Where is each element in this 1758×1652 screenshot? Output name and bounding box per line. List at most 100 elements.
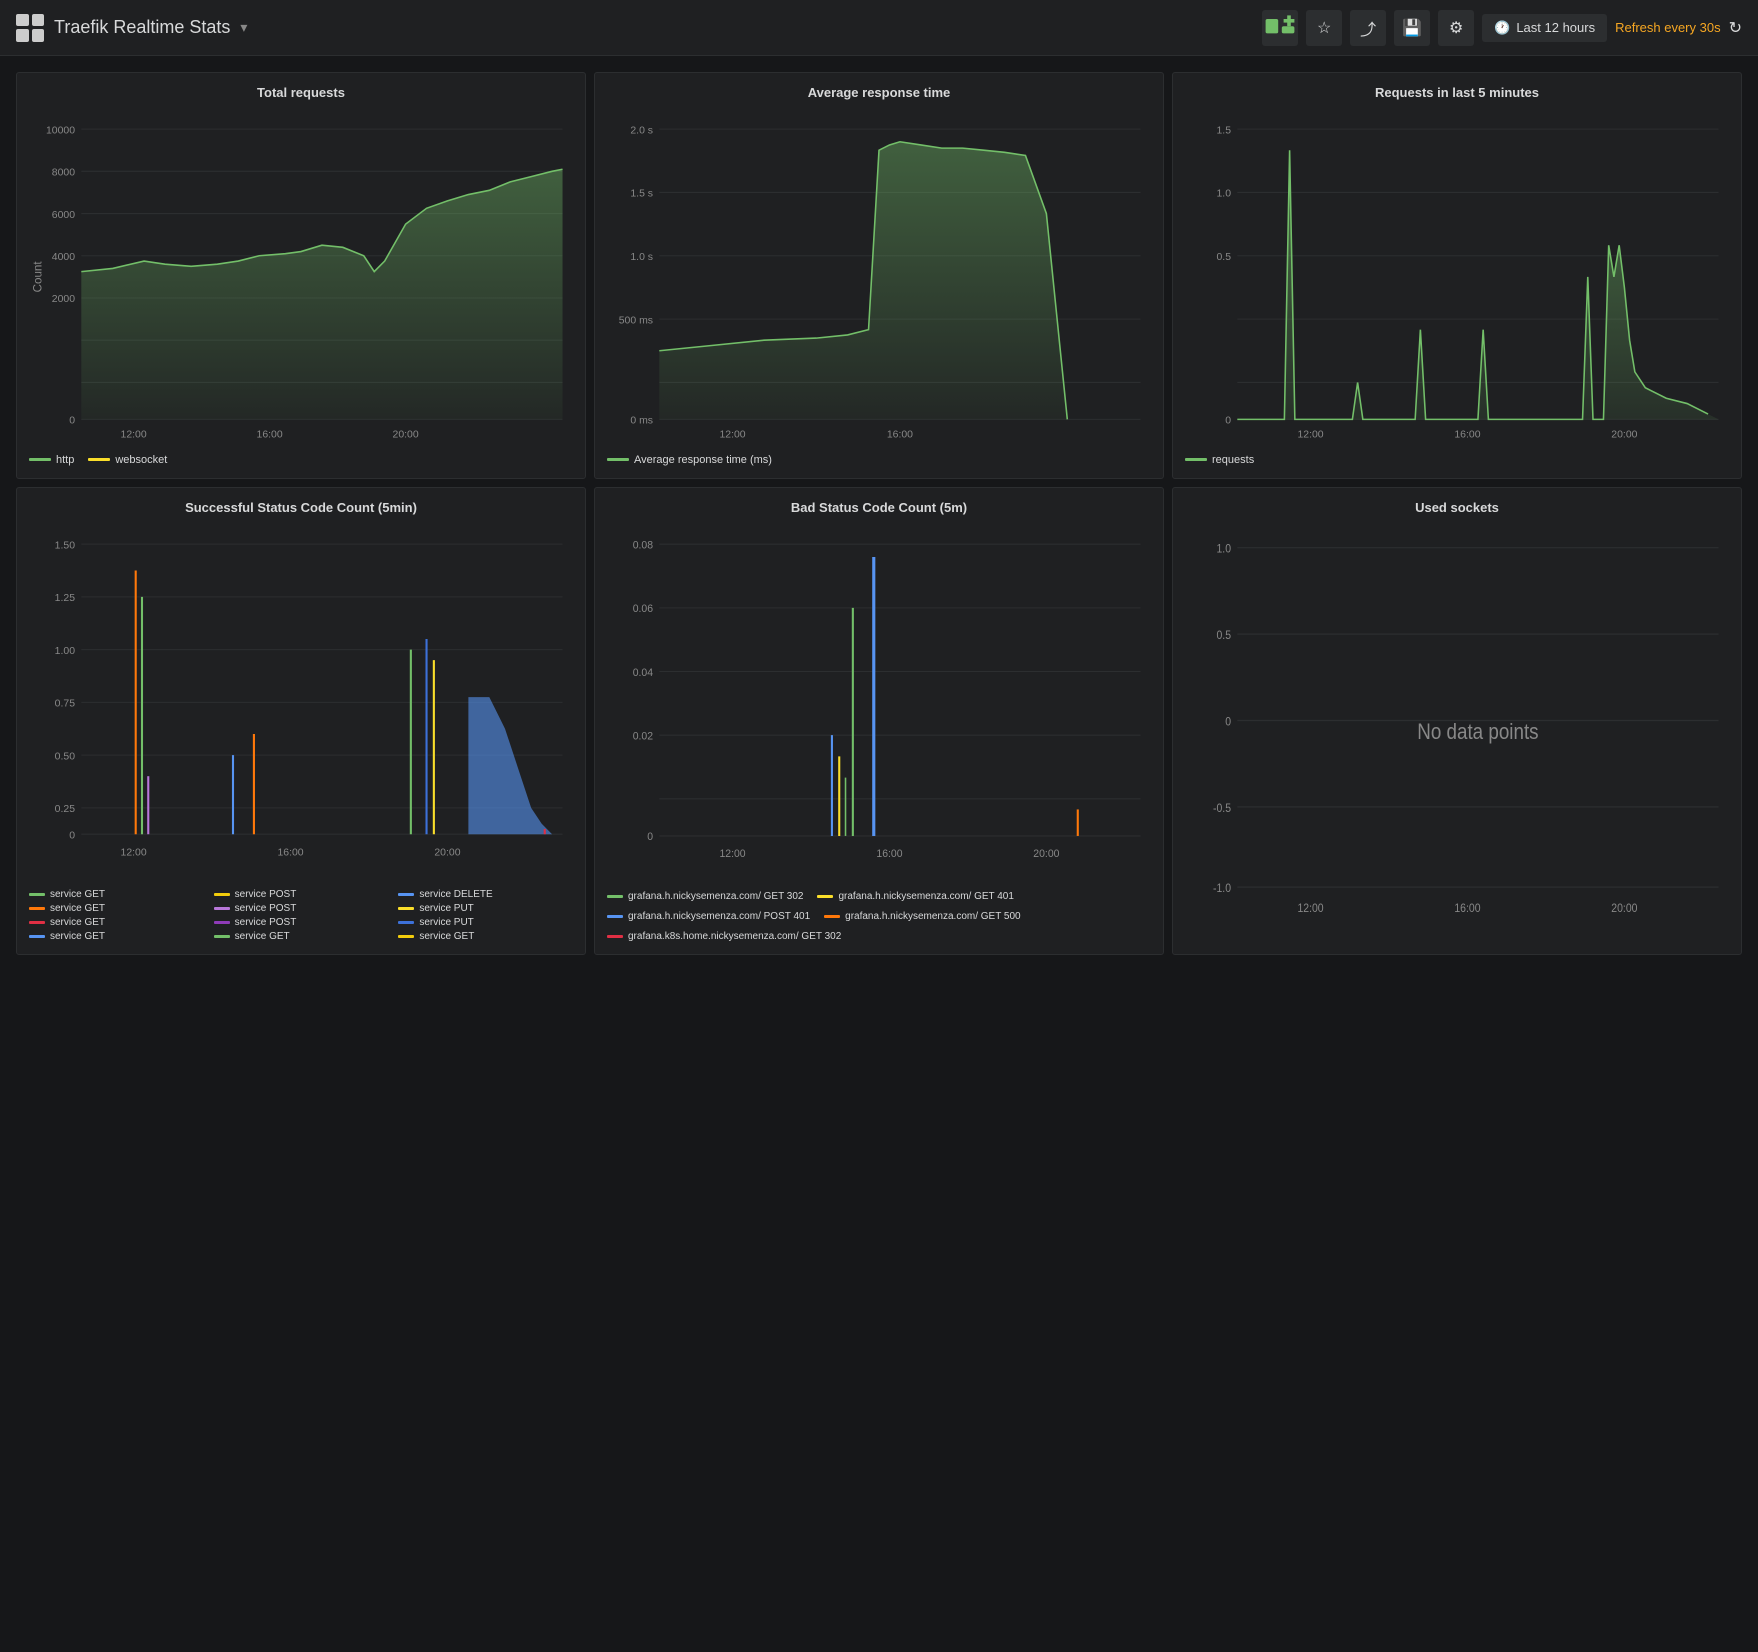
svg-text:0.02: 0.02 [633,730,653,742]
svg-text:2000: 2000 [52,293,75,305]
legend-item-svc-get-5: service GET [214,931,389,942]
star-button[interactable]: ☆ [1306,10,1342,46]
svg-text:0: 0 [69,829,75,841]
main-content: Total requests 10000 8000 6000 40 [0,56,1758,971]
svg-text:20:00: 20:00 [434,846,460,858]
svg-text:1.25: 1.25 [55,592,76,604]
chart-avg-response-time: 2.0 s 1.5 s 1.0 s 500 ms 0 ms 12:00 16:0… [607,108,1151,446]
svg-text:0 ms: 0 ms [630,415,653,427]
legend-successful-status: service GET service POST service DELETE … [29,889,573,942]
svg-text:16:00: 16:00 [257,428,283,440]
svg-text:0.5: 0.5 [1216,629,1231,642]
panel-used-sockets: Used sockets 1.0 0.5 0 -0.5 -1.0 12:00 1… [1172,487,1742,956]
legend-item-svc-put-1: service PUT [398,903,573,914]
svg-text:0.25: 0.25 [55,803,76,815]
svg-text:0: 0 [69,415,75,427]
svg-text:12:00: 12:00 [719,428,745,440]
svg-text:1.0: 1.0 [1216,188,1231,200]
panel-successful-status: Successful Status Code Count (5min) 1.50… [16,487,586,956]
chart-svg-avg-response: 2.0 s 1.5 s 1.0 s 500 ms 0 ms 12:00 16:0… [607,108,1151,446]
panel-title-requests-5min: Requests in last 5 minutes [1185,85,1729,100]
topbar-icons: ☆ ⤴ 💾 ⚙ 🕐 Last 12 hours Refresh every 30… [1262,10,1742,46]
legend-avg-response: Average response time (ms) [607,454,1151,466]
requests5m-area [1237,150,1718,419]
svg-text:16:00: 16:00 [876,848,902,860]
share-icon: ⤴ [1360,16,1376,40]
svg-text:0.75: 0.75 [55,697,76,709]
chart-used-sockets: 1.0 0.5 0 -0.5 -1.0 12:00 16:00 20:00 No… [1185,523,1729,943]
clock-icon: 🕐 [1494,20,1510,36]
legend-item-svc-post-1: service POST [214,889,389,900]
svg-text:2.0 s: 2.0 s [630,124,653,136]
chart-svg-successful: 1.50 1.25 1.00 0.75 0.50 0.25 0 12:00 16… [29,523,573,882]
legend-label-websocket: websocket [115,454,167,466]
svg-text:1.5 s: 1.5 s [630,188,653,200]
svg-text:0: 0 [647,831,653,843]
share-button[interactable]: ⤴ [1350,10,1386,46]
legend-item-http: http [29,454,74,466]
panel-total-requests: Total requests 10000 8000 6000 40 [16,72,586,479]
svg-text:0.08: 0.08 [633,539,653,551]
logo-cell-3 [16,29,29,42]
panel-title-total-requests: Total requests [29,85,573,100]
legend-label-http: http [56,454,74,466]
legend-item-bad-1: grafana.h.nickysemenza.com/ GET 302 [607,891,803,902]
star-icon: ☆ [1317,18,1331,38]
settings-button[interactable]: ⚙ [1438,10,1474,46]
logo-cell-1 [16,14,29,27]
app-title: Traefik Realtime Stats [54,17,230,38]
http-area [81,169,562,419]
chart-successful-status: 1.50 1.25 1.00 0.75 0.50 0.25 0 12:00 16… [29,523,573,882]
panel-title-sockets: Used sockets [1185,500,1729,515]
legend-item-requests: requests [1185,454,1254,466]
legend-bad-status: grafana.h.nickysemenza.com/ GET 302 graf… [607,891,1151,942]
chart-svg-requests-5min: 1.5 1.0 0.5 0 12:00 16:00 20:00 [1185,108,1729,446]
svg-text:1.0: 1.0 [1216,543,1231,556]
svg-text:1.00: 1.00 [55,645,76,657]
chart-svg-bad: 0.08 0.06 0.04 0.02 0 12:00 16:00 20:00 [607,523,1151,884]
add-panel-icon [1262,10,1298,46]
svg-text:16:00: 16:00 [277,846,303,858]
legend-item-svc-get-2: service GET [29,903,204,914]
chart-bad-status: 0.08 0.06 0.04 0.02 0 12:00 16:00 20:00 [607,523,1151,884]
save-icon: 💾 [1402,18,1422,38]
logo-grid [16,14,44,42]
dropdown-icon[interactable]: ▾ [240,19,247,36]
svg-text:0.06: 0.06 [633,603,653,615]
svg-text:12:00: 12:00 [121,428,147,440]
svg-text:12:00: 12:00 [719,848,745,860]
refresh-rate-label[interactable]: Refresh every 30s [1615,20,1721,35]
logo-cell-2 [32,14,45,27]
chart-svg-total-requests: 10000 8000 6000 4000 2000 0 Count 12:00 … [29,108,573,446]
time-range-picker[interactable]: 🕐 Last 12 hours [1482,14,1607,42]
refresh-button[interactable]: ↻ [1729,18,1742,38]
add-panel-button[interactable] [1262,10,1298,46]
svg-text:-0.5: -0.5 [1213,802,1231,815]
legend-color-avg-response [607,458,629,461]
legend-item-bad-4: grafana.h.nickysemenza.com/ GET 500 [824,911,1020,922]
panel-requests-5min: Requests in last 5 minutes 1.5 1.0 0.5 0… [1172,72,1742,479]
svg-text:0.04: 0.04 [633,666,653,678]
legend-item-svc-get-3: service GET [29,917,204,928]
svg-text:20:00: 20:00 [1611,428,1637,440]
svg-text:1.50: 1.50 [55,539,76,551]
svg-text:0: 0 [1225,415,1231,427]
legend-item-svc-post-2: service POST [214,903,389,914]
svg-text:16:00: 16:00 [887,428,913,440]
legend-color-requests [1185,458,1207,461]
legend-item-svc-get-6: service GET [398,931,573,942]
svg-text:-1.0: -1.0 [1213,882,1231,895]
panel-title-avg-response: Average response time [607,85,1151,100]
svg-text:20:00: 20:00 [1033,848,1059,860]
legend-item-svc-put-2: service PUT [398,917,573,928]
save-button[interactable]: 💾 [1394,10,1430,46]
chart-svg-sockets: 1.0 0.5 0 -0.5 -1.0 12:00 16:00 20:00 No… [1185,523,1729,943]
svg-text:0.50: 0.50 [55,750,76,762]
svg-text:1.0 s: 1.0 s [630,251,653,263]
no-data-label: No data points [1417,719,1538,744]
svg-text:4000: 4000 [52,251,75,263]
panel-avg-response-time: Average response time 2.0 s 1.5 s 1.0 s … [594,72,1164,479]
app-logo: Traefik Realtime Stats ▾ [16,14,247,42]
legend-item-bad-5: grafana.k8s.home.nickysemenza.com/ GET 3… [607,931,841,942]
legend-item-svc-get-4: service GET [29,931,204,942]
